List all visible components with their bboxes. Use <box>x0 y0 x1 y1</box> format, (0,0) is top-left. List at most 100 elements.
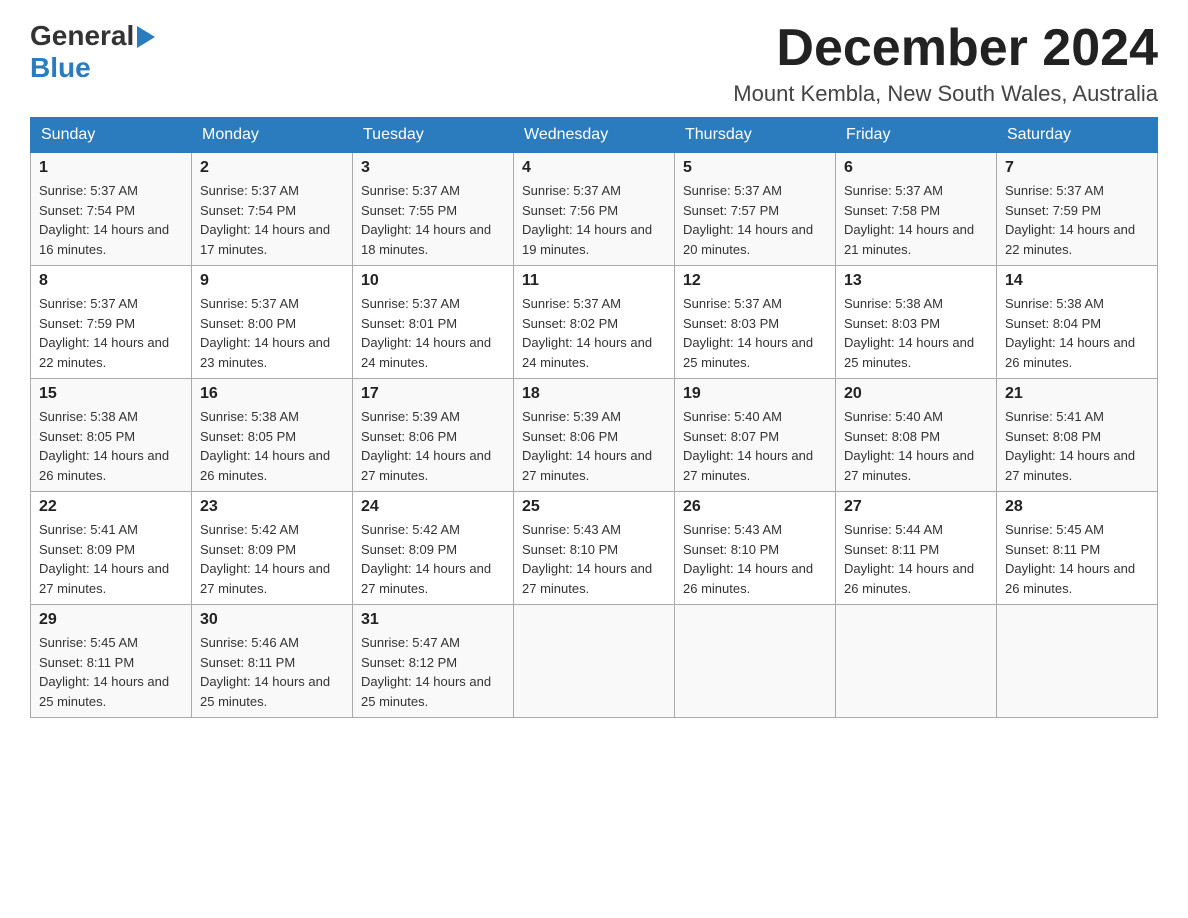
table-row: 2 Sunrise: 5:37 AMSunset: 7:54 PMDaylight… <box>192 153 353 266</box>
logo: General Blue <box>30 20 155 84</box>
table-row: 28 Sunrise: 5:45 AMSunset: 8:11 PMDayligh… <box>997 492 1158 605</box>
day-info: Sunrise: 5:41 AMSunset: 8:09 PMDaylight:… <box>39 520 183 598</box>
table-row: 17 Sunrise: 5:39 AMSunset: 8:06 PMDayligh… <box>353 379 514 492</box>
day-number: 15 <box>39 385 183 403</box>
day-info: Sunrise: 5:43 AMSunset: 8:10 PMDaylight:… <box>522 520 666 598</box>
table-row: 8Sunrise: 5:37 AMSunset: 7:59 PMDaylight… <box>31 266 192 379</box>
day-info: Sunrise: 5:47 AMSunset: 8:12 PMDaylight:… <box>361 633 505 711</box>
table-row: 21 Sunrise: 5:41 AMSunset: 8:08 PMDayligh… <box>997 379 1158 492</box>
day-number: 9 <box>200 272 344 290</box>
day-info: Sunrise: 5:44 AMSunset: 8:11 PMDaylight:… <box>844 520 988 598</box>
day-number: 6 <box>844 159 988 177</box>
calendar-week-row: 29Sunrise: 5:45 AMSunset: 8:11 PMDayligh… <box>31 605 1158 718</box>
table-row <box>836 605 997 718</box>
day-number: 27 <box>844 498 988 516</box>
day-number: 24 <box>361 498 505 516</box>
day-number: 5 <box>683 159 827 177</box>
table-row: 19 Sunrise: 5:40 AMSunset: 8:07 PMDayligh… <box>675 379 836 492</box>
day-number: 8 <box>39 272 183 290</box>
day-number: 4 <box>522 159 666 177</box>
day-info: Sunrise: 5:37 AMSunset: 7:54 PMDaylight:… <box>200 181 344 259</box>
title-section: December 2024 Mount Kembla, New South Wa… <box>733 20 1158 107</box>
day-number: 21 <box>1005 385 1149 403</box>
day-info: Sunrise: 5:40 AMSunset: 8:08 PMDaylight:… <box>844 407 988 485</box>
day-number: 25 <box>522 498 666 516</box>
day-number: 14 <box>1005 272 1149 290</box>
day-number: 16 <box>200 385 344 403</box>
day-info: Sunrise: 5:37 AMSunset: 7:58 PMDaylight:… <box>844 181 988 259</box>
col-sunday: Sunday <box>31 118 192 153</box>
day-number: 17 <box>361 385 505 403</box>
logo-blue-text: Blue <box>30 52 91 83</box>
day-number: 1 <box>39 159 183 177</box>
table-row: 12 Sunrise: 5:37 AMSunset: 8:03 PMDayligh… <box>675 266 836 379</box>
calendar-week-row: 22 Sunrise: 5:41 AMSunset: 8:09 PMDayligh… <box>31 492 1158 605</box>
day-number: 11 <box>522 272 666 290</box>
day-number: 2 <box>200 159 344 177</box>
calendar-week-row: 8Sunrise: 5:37 AMSunset: 7:59 PMDaylight… <box>31 266 1158 379</box>
table-row: 27 Sunrise: 5:44 AMSunset: 8:11 PMDayligh… <box>836 492 997 605</box>
day-number: 10 <box>361 272 505 290</box>
table-row: 31 Sunrise: 5:47 AMSunset: 8:12 PMDayligh… <box>353 605 514 718</box>
day-info: Sunrise: 5:37 AMSunset: 8:03 PMDaylight:… <box>683 294 827 372</box>
day-info: Sunrise: 5:39 AMSunset: 8:06 PMDaylight:… <box>522 407 666 485</box>
table-row: 13 Sunrise: 5:38 AMSunset: 8:03 PMDayligh… <box>836 266 997 379</box>
day-number: 7 <box>1005 159 1149 177</box>
table-row: 3 Sunrise: 5:37 AMSunset: 7:55 PMDaylight… <box>353 153 514 266</box>
day-info: Sunrise: 5:41 AMSunset: 8:08 PMDaylight:… <box>1005 407 1149 485</box>
day-number: 19 <box>683 385 827 403</box>
table-row: 14 Sunrise: 5:38 AMSunset: 8:04 PMDayligh… <box>997 266 1158 379</box>
table-row: 22 Sunrise: 5:41 AMSunset: 8:09 PMDayligh… <box>31 492 192 605</box>
day-number: 28 <box>1005 498 1149 516</box>
col-tuesday: Tuesday <box>353 118 514 153</box>
table-row: 23Sunrise: 5:42 AMSunset: 8:09 PMDayligh… <box>192 492 353 605</box>
day-info: Sunrise: 5:38 AMSunset: 8:05 PMDaylight:… <box>200 407 344 485</box>
day-info: Sunrise: 5:38 AMSunset: 8:04 PMDaylight:… <box>1005 294 1149 372</box>
table-row: 9 Sunrise: 5:37 AMSunset: 8:00 PMDaylight… <box>192 266 353 379</box>
table-row: 7 Sunrise: 5:37 AMSunset: 7:59 PMDaylight… <box>997 153 1158 266</box>
calendar-table: Sunday Monday Tuesday Wednesday Thursday… <box>30 117 1158 718</box>
day-info: Sunrise: 5:38 AMSunset: 8:03 PMDaylight:… <box>844 294 988 372</box>
day-info: Sunrise: 5:38 AMSunset: 8:05 PMDaylight:… <box>39 407 183 485</box>
day-info: Sunrise: 5:40 AMSunset: 8:07 PMDaylight:… <box>683 407 827 485</box>
calendar-header-row: Sunday Monday Tuesday Wednesday Thursday… <box>31 118 1158 153</box>
table-row: 1 Sunrise: 5:37 AMSunset: 7:54 PMDaylight… <box>31 153 192 266</box>
table-row: 10Sunrise: 5:37 AMSunset: 8:01 PMDayligh… <box>353 266 514 379</box>
table-row: 11Sunrise: 5:37 AMSunset: 8:02 PMDayligh… <box>514 266 675 379</box>
day-number: 22 <box>39 498 183 516</box>
logo-arrow-icon <box>137 26 155 48</box>
day-number: 31 <box>361 611 505 629</box>
table-row: 30Sunrise: 5:46 AMSunset: 8:11 PMDayligh… <box>192 605 353 718</box>
table-row: 18Sunrise: 5:39 AMSunset: 8:06 PMDayligh… <box>514 379 675 492</box>
day-number: 12 <box>683 272 827 290</box>
logo-general-text: General <box>30 20 134 52</box>
col-friday: Friday <box>836 118 997 153</box>
table-row <box>675 605 836 718</box>
day-number: 20 <box>844 385 988 403</box>
day-number: 3 <box>361 159 505 177</box>
day-info: Sunrise: 5:37 AMSunset: 8:00 PMDaylight:… <box>200 294 344 372</box>
day-number: 13 <box>844 272 988 290</box>
day-info: Sunrise: 5:37 AMSunset: 7:59 PMDaylight:… <box>1005 181 1149 259</box>
day-info: Sunrise: 5:37 AMSunset: 7:57 PMDaylight:… <box>683 181 827 259</box>
calendar-week-row: 1 Sunrise: 5:37 AMSunset: 7:54 PMDaylight… <box>31 153 1158 266</box>
table-row: 16 Sunrise: 5:38 AMSunset: 8:05 PMDayligh… <box>192 379 353 492</box>
table-row: 20 Sunrise: 5:40 AMSunset: 8:08 PMDayligh… <box>836 379 997 492</box>
table-row: 15 Sunrise: 5:38 AMSunset: 8:05 PMDayligh… <box>31 379 192 492</box>
day-info: Sunrise: 5:42 AMSunset: 8:09 PMDaylight:… <box>200 520 344 598</box>
day-info: Sunrise: 5:37 AMSunset: 7:55 PMDaylight:… <box>361 181 505 259</box>
day-info: Sunrise: 5:43 AMSunset: 8:10 PMDaylight:… <box>683 520 827 598</box>
day-number: 30 <box>200 611 344 629</box>
table-row: 6 Sunrise: 5:37 AMSunset: 7:58 PMDaylight… <box>836 153 997 266</box>
table-row: 24Sunrise: 5:42 AMSunset: 8:09 PMDayligh… <box>353 492 514 605</box>
day-info: Sunrise: 5:45 AMSunset: 8:11 PMDaylight:… <box>1005 520 1149 598</box>
col-wednesday: Wednesday <box>514 118 675 153</box>
day-info: Sunrise: 5:39 AMSunset: 8:06 PMDaylight:… <box>361 407 505 485</box>
table-row: 25 Sunrise: 5:43 AMSunset: 8:10 PMDayligh… <box>514 492 675 605</box>
table-row: 5 Sunrise: 5:37 AMSunset: 7:57 PMDaylight… <box>675 153 836 266</box>
col-saturday: Saturday <box>997 118 1158 153</box>
day-info: Sunrise: 5:37 AMSunset: 7:54 PMDaylight:… <box>39 181 183 259</box>
table-row: 29Sunrise: 5:45 AMSunset: 8:11 PMDayligh… <box>31 605 192 718</box>
location-title: Mount Kembla, New South Wales, Australia <box>733 81 1158 107</box>
month-title: December 2024 <box>733 20 1158 77</box>
